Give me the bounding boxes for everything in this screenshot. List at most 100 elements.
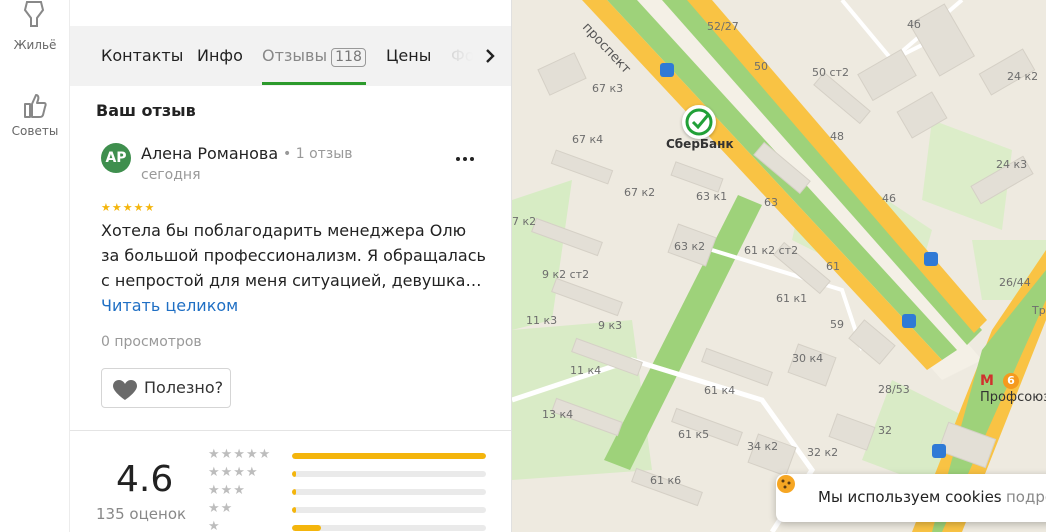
rail-item-label: Жильё: [13, 38, 57, 52]
tab-prices[interactable]: Цены: [386, 46, 431, 65]
house-number-label: Тр: [1032, 304, 1046, 317]
house-number-label: 28/53: [878, 383, 910, 396]
house-number-label: 48: [830, 130, 844, 143]
house-number-label: 52/27: [707, 20, 739, 33]
cookie-icon: [777, 475, 795, 493]
sberbank-poi[interactable]: [682, 105, 716, 139]
tab-fade: [442, 26, 511, 86]
tab-info[interactable]: Инфо: [197, 46, 243, 65]
distribution-bar: [292, 453, 486, 459]
building-icon: [23, 1, 45, 27]
more-options-icon[interactable]: [454, 148, 476, 170]
house-number-label: 13 к4: [542, 408, 574, 421]
house-number-label: 46: [882, 192, 896, 205]
house-number-label: 63 к2: [674, 240, 706, 253]
author-name[interactable]: Алена Романова: [141, 144, 278, 163]
sberbank-logo-icon: [685, 108, 713, 136]
tab-reviews[interactable]: Отзывы 118: [262, 46, 366, 67]
house-number-label: 11 к4: [570, 364, 602, 377]
review-text: Хотела бы поблагодарить менеджера Олю за…: [101, 221, 486, 290]
distribution-bar-fill: [292, 453, 486, 459]
house-number-label: 30 к4: [792, 352, 824, 365]
house-number-label: 59: [830, 318, 844, 331]
heart-icon: [113, 380, 137, 400]
house-number-label: 61 к1: [776, 292, 808, 305]
rail-item-tips[interactable]: Советы: [0, 92, 70, 138]
house-number-label: 61 к4: [704, 384, 736, 397]
distribution-bar-fill: [292, 525, 322, 531]
house-number-label: 11 к3: [526, 314, 558, 327]
house-number-label: 34 к2: [747, 440, 779, 453]
distribution-bar: [292, 507, 486, 513]
house-number-label: 63 к1: [696, 190, 728, 203]
distribution-stars: ★★★★★: [208, 447, 272, 462]
house-number-label: 63: [764, 196, 778, 209]
distribution-stars: ★★: [208, 501, 234, 516]
review-date: сегодня: [141, 167, 201, 183]
distribution-stars: ★★★★: [208, 465, 259, 480]
house-number-label: 50: [754, 60, 768, 73]
house-number-label: 61 к2 ст2: [744, 244, 799, 257]
house-number-label: 24 к2: [1007, 70, 1039, 83]
chevron-right-icon[interactable]: [480, 46, 500, 66]
cookie-text: Мы используем cookies: [818, 488, 1002, 506]
distribution-stars: ★★★: [208, 483, 246, 498]
author-review-count: • 1 отзыв: [283, 146, 353, 162]
tab-bar: Контакты Инфо Отзывы118 Цены Фо: [70, 26, 511, 86]
rail-item-housing[interactable]: Жильё: [0, 0, 70, 52]
section-title: Ваш отзыв: [96, 101, 196, 120]
bus-stop-icon[interactable]: [902, 314, 916, 328]
distribution-bar: [292, 489, 486, 495]
house-number-label: 7 к2: [512, 215, 537, 228]
bus-stop-icon[interactable]: [932, 444, 946, 458]
metro-station-label[interactable]: Профсоюзная: [980, 390, 1046, 405]
useful-button[interactable]: Полезно?: [101, 368, 231, 408]
review-stars: ★★★★★: [101, 201, 156, 214]
house-number-label: 61: [826, 260, 840, 273]
bus-stop-icon[interactable]: [660, 63, 674, 77]
house-number-label: 67 к4: [572, 133, 604, 146]
house-number-label: 26/44: [999, 276, 1031, 289]
rating-count: 135 оценок: [96, 505, 187, 523]
rating-value: 4.6: [116, 459, 174, 500]
house-number-label: 9 к3: [598, 319, 623, 332]
avatar[interactable]: АР: [101, 143, 131, 173]
tab-label: Отзывы: [262, 46, 328, 65]
bus-stop-icon[interactable]: [924, 252, 938, 266]
metro-line-badge: 6: [1003, 373, 1019, 389]
read-more-link[interactable]: Читать целиком: [101, 296, 238, 315]
panel-top-strip: [70, 0, 511, 26]
house-number-label: 61 к6: [650, 474, 682, 487]
app-root: Жильё Советы Контакты Инфо Отзывы 118 Цен…: [0, 0, 1046, 532]
distribution-bar: [292, 471, 486, 477]
house-number-label: 32 к2: [807, 446, 839, 459]
rail-item-label: Советы: [11, 124, 59, 138]
house-number-label: 9 к2 ст2: [542, 268, 590, 281]
house-number-label: 67 к2: [624, 186, 656, 199]
metro-icon[interactable]: М: [980, 373, 994, 389]
cookie-banner: Мы используем cookies подро: [776, 474, 1046, 522]
house-number-label: 4б: [907, 18, 921, 31]
distribution-stars: ★: [208, 519, 221, 532]
tab-count-badge: 118: [331, 48, 366, 67]
house-number-label: 50 ст2: [812, 66, 849, 79]
house-number-label: 67 к3: [592, 82, 624, 95]
useful-label: Полезно?: [144, 378, 224, 397]
map-canvas: [512, 0, 1046, 532]
views-count: 0 просмотров: [101, 334, 202, 350]
distribution-bar-fill: [292, 471, 296, 477]
business-panel: Контакты Инфо Отзывы118 Цены Фо Ваш отзы…: [70, 0, 512, 532]
distribution-bar: [292, 525, 486, 531]
poi-label[interactable]: СберБанк: [666, 137, 734, 151]
tab-contacts[interactable]: Контакты: [101, 46, 183, 65]
house-number-label: 61 к5: [678, 428, 710, 441]
distribution-bar-fill: [292, 507, 296, 513]
house-number-label: 32: [878, 424, 892, 437]
divider: [70, 430, 511, 431]
cookie-more-link[interactable]: подро: [1006, 488, 1046, 506]
active-tab-indicator: [262, 82, 366, 85]
house-number-label: 24 к3: [996, 158, 1028, 171]
distribution-bar-fill: [292, 489, 296, 495]
map[interactable]: проспект 52/27 4б 50 50 ст2 24 к2 67 к3 48 67 к…: [512, 0, 1046, 532]
left-rail: Жильё Советы: [0, 0, 70, 532]
